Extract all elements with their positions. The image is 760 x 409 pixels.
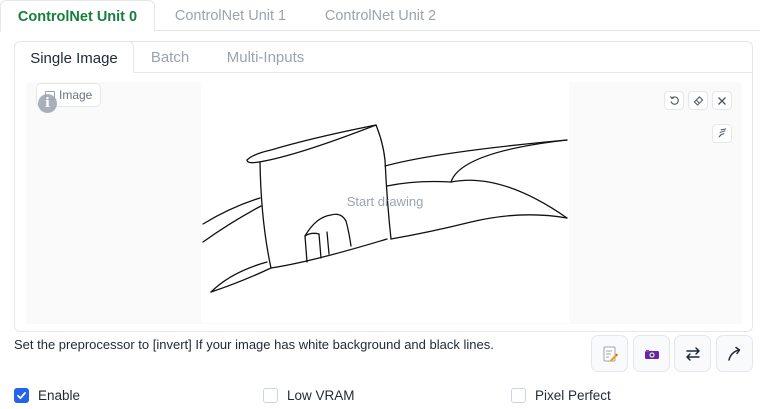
pixel-perfect-checkbox-box[interactable]: [511, 387, 526, 403]
swap-icon: [685, 346, 700, 361]
sketch-canvas[interactable]: Start drawing: [201, 82, 569, 323]
enable-checkbox-box[interactable]: [14, 387, 29, 403]
tab-controlnet-unit-0[interactable]: ControlNet Unit 0: [0, 0, 155, 32]
low-vram-label: Low VRAM: [287, 387, 355, 403]
pixel-perfect-label: Pixel Perfect: [535, 387, 611, 403]
eraser-icon: [693, 96, 703, 106]
camera-icon: [644, 349, 659, 359]
pixel-perfect-checkbox[interactable]: Pixel Perfect: [511, 386, 611, 404]
image-input-area: Start drawing Image i: [26, 82, 742, 324]
eraser-button[interactable]: [688, 91, 708, 110]
edit-image-button[interactable]: [591, 335, 628, 372]
send-icon: [727, 346, 740, 361]
input-mode-tabs: Single Image Batch Multi-Inputs: [14, 41, 752, 73]
tab-controlnet-unit-2[interactable]: ControlNet Unit 2: [308, 0, 453, 32]
tab-controlnet-unit-1[interactable]: ControlNet Unit 1: [158, 0, 303, 32]
enable-checkbox[interactable]: Enable: [14, 386, 80, 404]
preprocessor-hint: Set the preprocessor to [invert] If your…: [14, 337, 494, 352]
close-icon: [718, 96, 726, 105]
undo-button[interactable]: [664, 91, 684, 110]
close-button[interactable]: [712, 91, 732, 110]
tab-single-image[interactable]: Single Image: [14, 41, 134, 73]
checkmark-icon: [17, 391, 26, 399]
image-label-text: Image: [59, 88, 93, 102]
start-drawing-placeholder: Start drawing: [346, 194, 424, 209]
swap-dimensions-button[interactable]: [674, 335, 711, 372]
edit-icon: [603, 346, 618, 361]
tab-batch[interactable]: Batch: [139, 41, 201, 73]
low-vram-checkbox[interactable]: Low VRAM: [263, 386, 355, 404]
webcam-button[interactable]: [633, 335, 670, 372]
info-icon[interactable]: i: [38, 94, 57, 113]
brush-button[interactable]: [712, 124, 732, 143]
low-vram-checkbox-box[interactable]: [263, 387, 278, 403]
undo-icon: [669, 96, 679, 105]
enable-label: Enable: [38, 387, 81, 403]
send-dimensions-button[interactable]: [716, 335, 753, 372]
controlnet-unit-panel: Single Image Batch Multi-Inputs Start dr…: [14, 41, 753, 332]
tab-multi-inputs[interactable]: Multi-Inputs: [213, 41, 318, 73]
brush-icon: [717, 128, 726, 138]
controlnet-unit-tabs: ControlNet Unit 0 ControlNet Unit 1 Cont…: [0, 0, 760, 32]
